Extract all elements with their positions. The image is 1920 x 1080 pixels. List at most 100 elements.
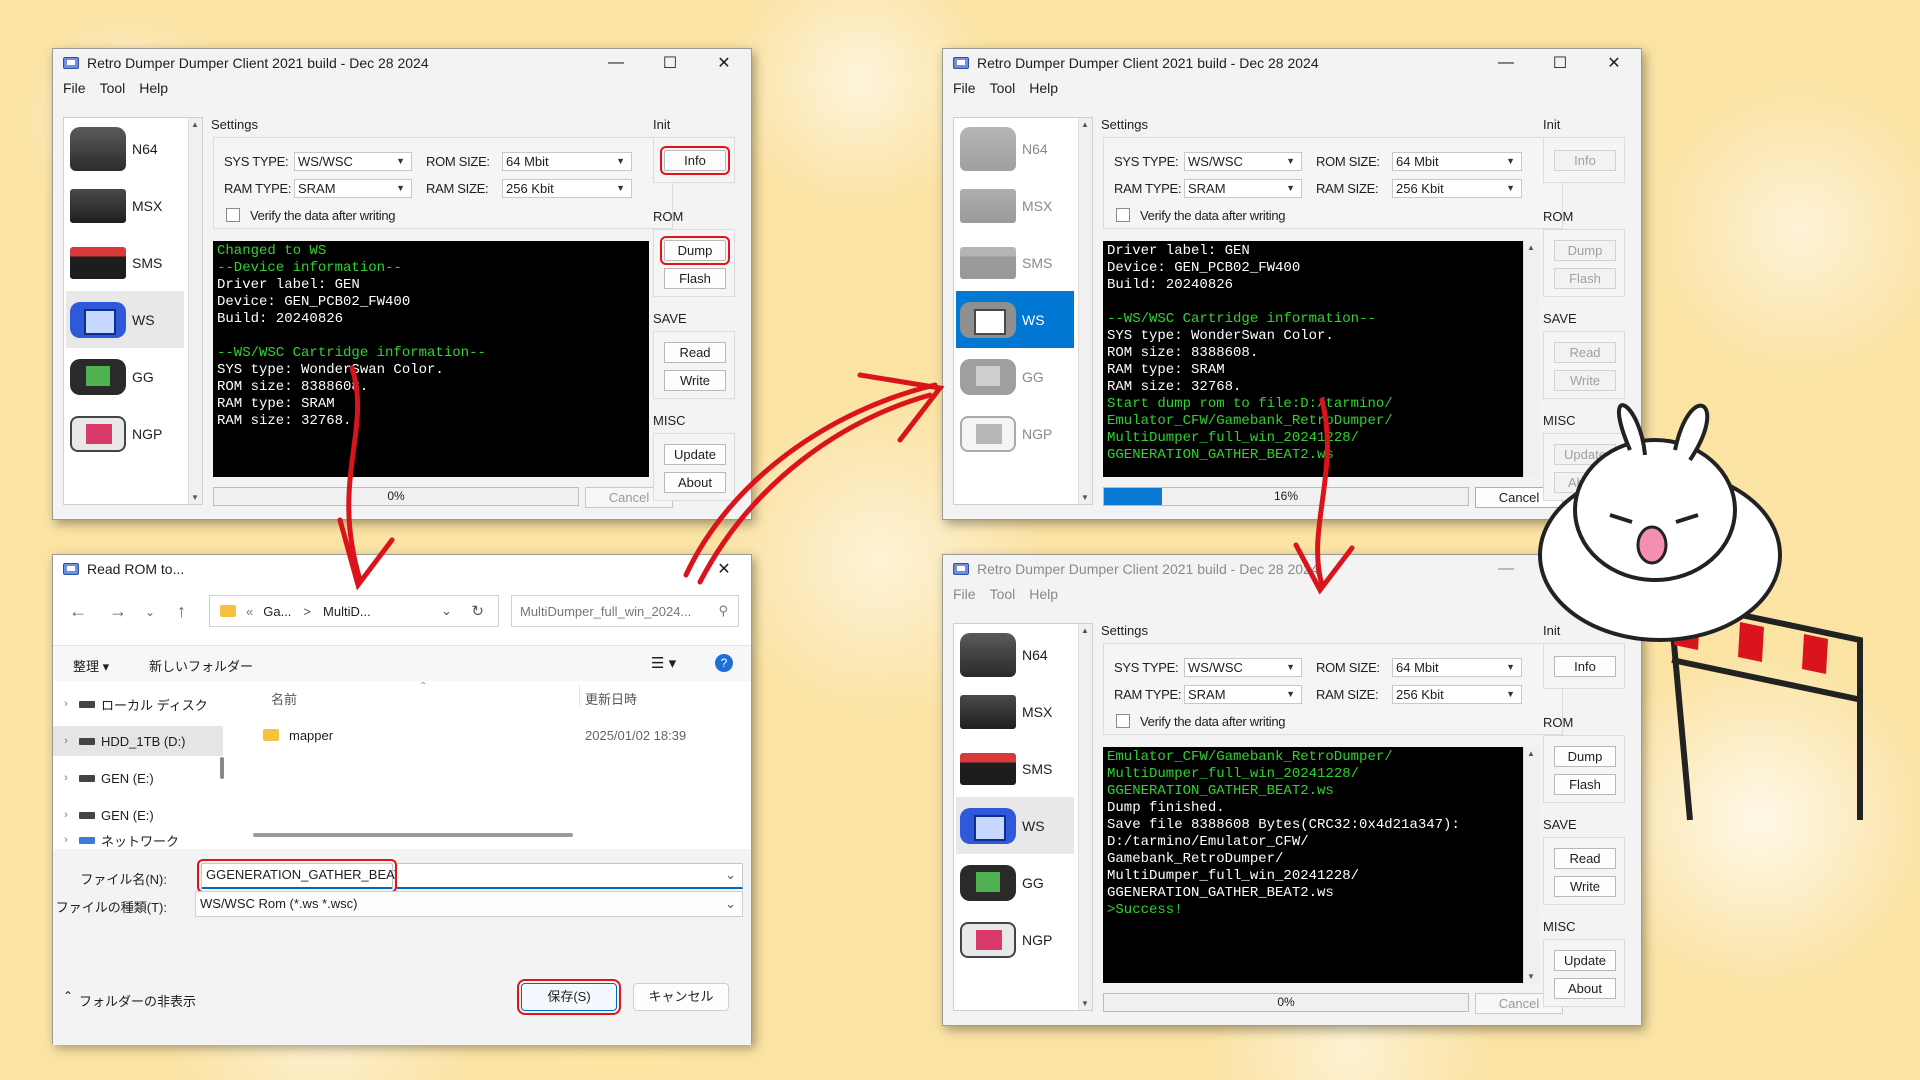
menu-file[interactable]: File <box>953 80 976 96</box>
sys-type-select[interactable]: WS/WSC ▼ <box>1184 152 1302 171</box>
menu-help[interactable]: Help <box>139 80 168 96</box>
system-item-n64[interactable]: N64 <box>956 626 1074 683</box>
ram-size-select[interactable]: 256 Kbit ▼ <box>502 179 632 198</box>
system-item-ws[interactable]: WS <box>956 291 1074 348</box>
scroll-down-icon[interactable]: ▼ <box>1527 972 1535 981</box>
minimize-button[interactable]: — <box>1479 49 1533 77</box>
filename-input-dropdown[interactable]: ⌄ <box>397 863 743 889</box>
new-folder-button[interactable]: 新しいフォルダー <box>149 656 253 675</box>
system-item-msx[interactable]: MSX <box>66 177 184 234</box>
scroll-up-icon[interactable]: ▲ <box>1081 120 1089 129</box>
system-item-sms[interactable]: SMS <box>956 740 1074 797</box>
sys-type-select[interactable]: WS/WSC ▼ <box>294 152 412 171</box>
info-button[interactable]: Info <box>660 146 730 175</box>
dump-button[interactable]: Dump <box>1554 240 1616 261</box>
maximize-button[interactable]: ☐ <box>1533 555 1587 583</box>
system-item-ws[interactable]: WS <box>66 291 184 348</box>
save-button[interactable]: 保存(S) <box>517 979 621 1015</box>
system-item-gg[interactable]: GG <box>66 348 184 405</box>
ram-type-select[interactable]: SRAM ▼ <box>1184 685 1302 704</box>
about-button[interactable]: About <box>1554 978 1616 999</box>
chevron-down-icon[interactable]: ⌄ <box>145 605 155 619</box>
close-button[interactable]: ✕ <box>1587 555 1641 583</box>
file-row[interactable]: mapper 2025/01/02 18:39 <box>263 723 743 747</box>
chevron-down-icon[interactable]: ⌄ <box>725 864 736 886</box>
system-item-ws[interactable]: WS <box>956 797 1074 854</box>
scroll-up-icon[interactable]: ▲ <box>1081 626 1089 635</box>
scroll-down-icon[interactable]: ▼ <box>1081 999 1089 1008</box>
up-arrow-icon[interactable]: ↑ <box>177 601 186 622</box>
rom-size-select[interactable]: 64 Mbit ▼ <box>1392 152 1522 171</box>
tree-item-local-disk[interactable]: › ローカル ディスク <box>53 689 223 719</box>
update-button[interactable]: Update <box>1554 444 1616 465</box>
verify-checkbox[interactable] <box>1116 714 1130 728</box>
dump-button[interactable]: Dump <box>660 236 730 265</box>
cancel-button[interactable]: キャンセル <box>633 983 729 1011</box>
hide-folders-toggle[interactable]: フォルダーの非表示 <box>79 991 196 1010</box>
tree-item-hdd[interactable]: › HDD_1TB (D:) <box>53 726 223 756</box>
chevron-right-icon[interactable]: › <box>53 772 79 784</box>
back-arrow-icon[interactable]: ← <box>69 601 87 622</box>
console-scrollbar[interactable]: ▲ ▼ <box>1523 747 1539 983</box>
verify-checkbox[interactable] <box>226 208 240 222</box>
forward-arrow-icon[interactable]: → <box>109 601 127 622</box>
maximize-button[interactable]: ☐ <box>1533 49 1587 77</box>
breadcrumb-item[interactable]: Ga... <box>263 604 291 619</box>
menu-file[interactable]: File <box>63 80 86 96</box>
system-item-sms[interactable]: SMS <box>956 234 1074 291</box>
scroll-up-icon[interactable]: ▲ <box>191 120 199 129</box>
minimize-button[interactable]: — <box>589 49 643 77</box>
ram-size-select[interactable]: 256 Kbit ▼ <box>1392 179 1522 198</box>
tree-scrollbar[interactable] <box>220 757 224 779</box>
rom-size-select[interactable]: 64 Mbit ▼ <box>502 152 632 171</box>
menu-help[interactable]: Help <box>1029 80 1058 96</box>
write-button[interactable]: Write <box>664 370 726 391</box>
ram-type-select[interactable]: SRAM ▼ <box>294 179 412 198</box>
menu-file[interactable]: File <box>953 586 976 602</box>
breadcrumb-item[interactable]: MultiD... <box>323 604 371 619</box>
close-button[interactable]: ✕ <box>697 555 751 583</box>
read-button[interactable]: Read <box>664 342 726 363</box>
system-item-msx[interactable]: MSX <box>956 683 1074 740</box>
scroll-down-icon[interactable]: ▼ <box>1081 493 1089 502</box>
chevron-up-icon[interactable]: ⌃ <box>63 989 73 1003</box>
system-item-sms[interactable]: SMS <box>66 234 184 291</box>
dump-button[interactable]: Dump <box>1554 746 1616 767</box>
system-item-n64[interactable]: N64 <box>66 120 184 177</box>
system-item-ngp[interactable]: NGP <box>66 405 184 462</box>
chevron-right-icon[interactable]: › <box>53 809 79 821</box>
system-item-msx[interactable]: MSX <box>956 177 1074 234</box>
about-button[interactable]: About <box>664 472 726 493</box>
flash-button[interactable]: Flash <box>1554 268 1616 289</box>
filename-input[interactable]: GGENERATION_GATHER_BEAT2 <box>197 859 409 893</box>
chevron-down-icon[interactable]: ⌄ <box>441 603 452 619</box>
sys-type-select[interactable]: WS/WSC ▼ <box>1184 658 1302 677</box>
about-button[interactable]: About <box>1554 472 1616 493</box>
system-item-gg[interactable]: GG <box>956 854 1074 911</box>
info-button[interactable]: Info <box>1554 150 1616 171</box>
chevron-down-icon[interactable]: ⌄ <box>725 892 736 916</box>
chevron-right-icon[interactable]: › <box>53 834 79 846</box>
scroll-up-icon[interactable]: ▲ <box>1527 243 1535 252</box>
menu-tool[interactable]: Tool <box>100 80 126 96</box>
system-list-scrollbar[interactable]: ▲ ▼ <box>188 118 202 504</box>
menu-help[interactable]: Help <box>1029 586 1058 602</box>
scroll-down-icon[interactable]: ▼ <box>191 493 199 502</box>
column-header-name[interactable]: 名前 <box>271 689 297 708</box>
system-item-n64[interactable]: N64 <box>956 120 1074 177</box>
organize-button[interactable]: 整理 ▾ <box>73 656 109 675</box>
minimize-button[interactable]: — <box>1479 555 1533 583</box>
tree-item-gen-e[interactable]: › GEN (E:) <box>53 763 223 793</box>
info-button[interactable]: Info <box>1554 656 1616 677</box>
scroll-up-icon[interactable]: ▲ <box>1527 749 1535 758</box>
system-list-scrollbar[interactable]: ▲ ▼ <box>1078 624 1092 1010</box>
close-button[interactable]: ✕ <box>697 49 751 77</box>
flash-button[interactable]: Flash <box>664 268 726 289</box>
menu-tool[interactable]: Tool <box>990 586 1016 602</box>
chevron-right-icon[interactable]: › <box>53 698 79 710</box>
system-list-scrollbar[interactable]: ▲ ▼ <box>1078 118 1092 504</box>
write-button[interactable]: Write <box>1554 876 1616 897</box>
help-icon[interactable]: ? <box>715 654 733 672</box>
console-scrollbar[interactable]: ▲ <box>1523 241 1539 477</box>
menu-tool[interactable]: Tool <box>990 80 1016 96</box>
